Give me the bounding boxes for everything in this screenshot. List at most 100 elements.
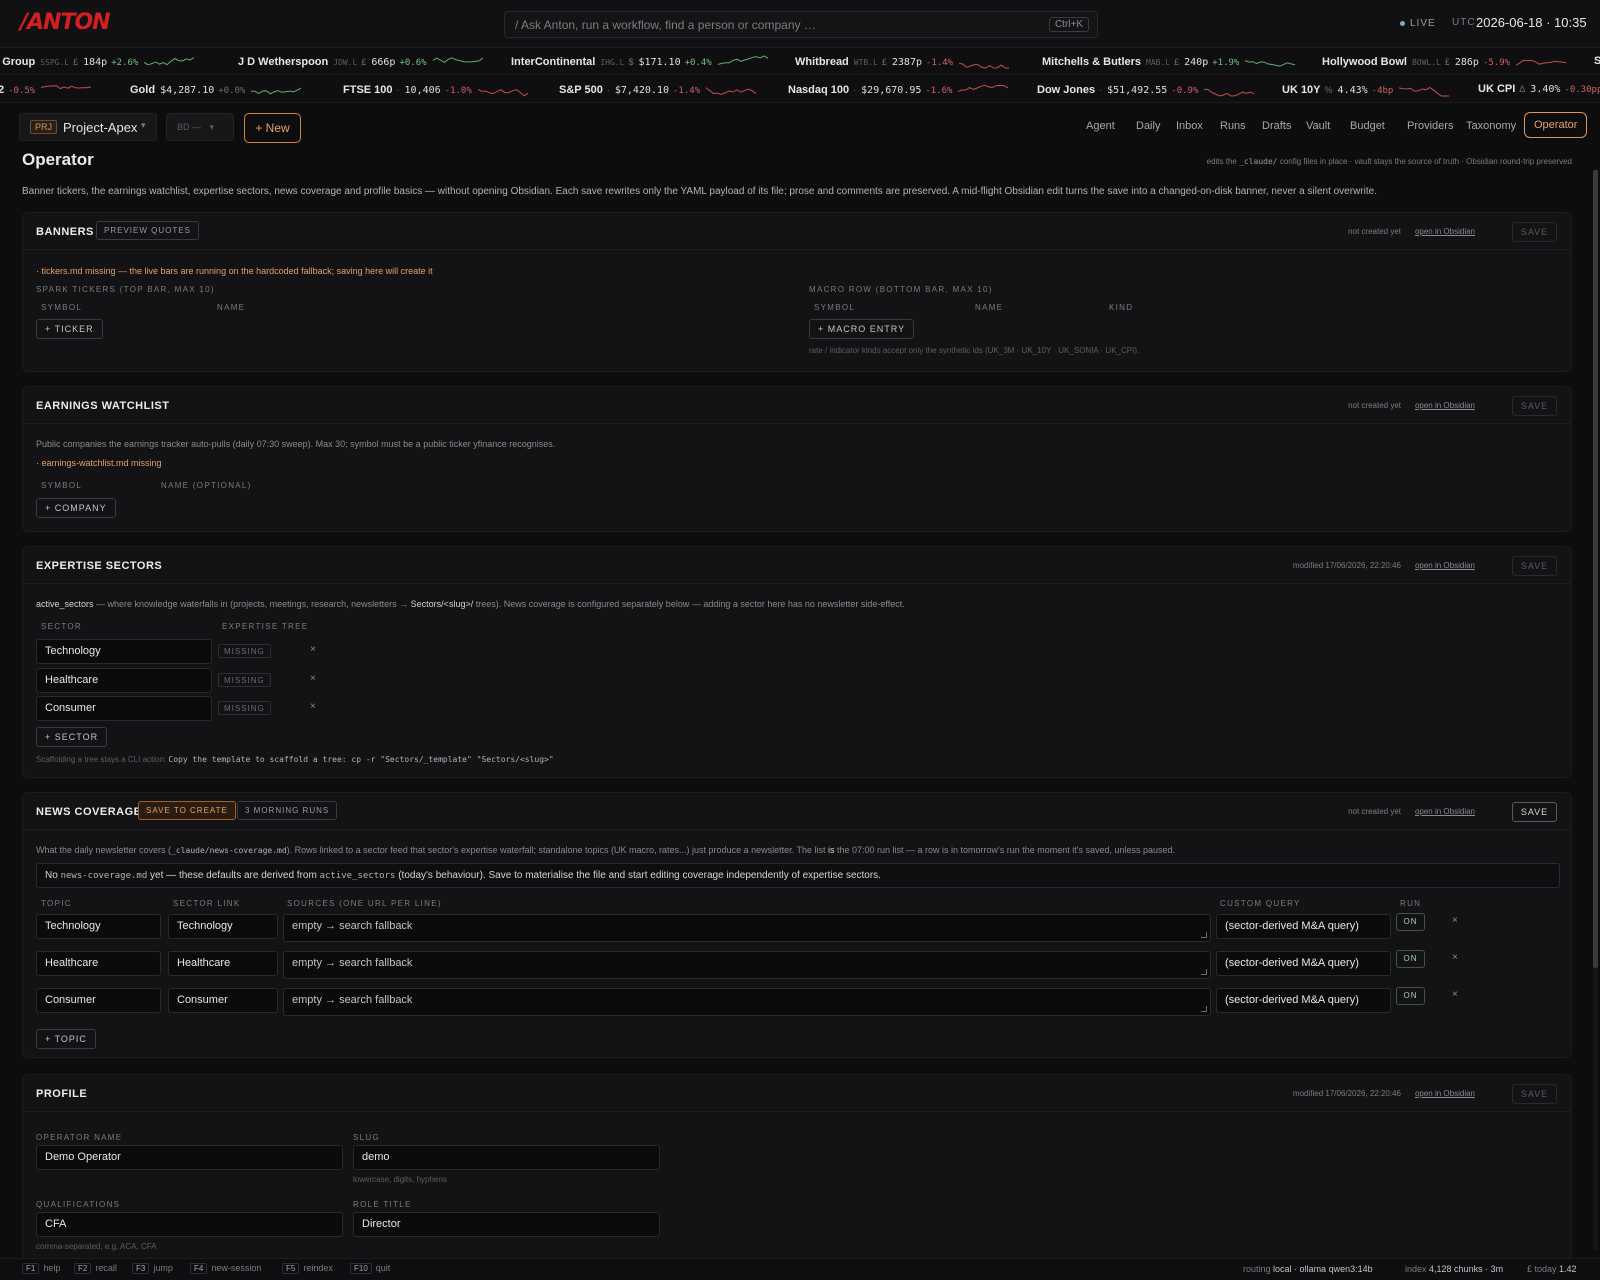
custom-query-field[interactable]: (sector-derived M&A query) xyxy=(1216,951,1391,976)
ticker-item[interactable]: S&P 500 · $7,420.10 -1.4% xyxy=(559,83,757,97)
shortcut-help[interactable]: F1 help xyxy=(22,1263,60,1274)
nav-tab-vault[interactable]: Vault xyxy=(1306,113,1330,139)
nav-tab-drafts[interactable]: Drafts xyxy=(1262,113,1291,139)
sources-field[interactable]: empty → search fallback xyxy=(283,914,1211,942)
nav-tab-budget[interactable]: Budget xyxy=(1350,113,1385,139)
save-button[interactable]: SAVE xyxy=(1512,1084,1557,1104)
nav-tab-operator[interactable]: Operator xyxy=(1524,112,1588,138)
shortcut-new-session[interactable]: F4 new-session xyxy=(190,1263,262,1274)
nav-tab-runs[interactable]: Runs xyxy=(1220,113,1246,139)
save-button[interactable]: SAVE xyxy=(1512,222,1557,242)
ticker-item[interactable]: Hollywood Bowl BOWL.L £286p -5.9% xyxy=(1322,55,1567,69)
ticker-item[interactable]: Mitchells & Butlers MAB.L £240p +1.9% xyxy=(1042,55,1296,69)
app-logo[interactable]: /ANTON xyxy=(20,10,111,35)
column-header: CUSTOM QUERY xyxy=(1220,899,1301,908)
save-button[interactable]: SAVE xyxy=(1512,396,1557,416)
ticker-item[interactable]: Gold $4,287.10 +0.0% xyxy=(130,83,302,97)
nav-tab-daily[interactable]: Daily xyxy=(1136,113,1160,139)
role-title-field[interactable]: Director xyxy=(353,1212,660,1237)
run-toggle[interactable]: ON xyxy=(1396,950,1425,968)
shortcut-recall[interactable]: F2 recall xyxy=(74,1263,117,1274)
remove-topic-icon[interactable]: × xyxy=(1452,952,1458,963)
ticker-symbol: MAB.L xyxy=(1146,57,1171,67)
bd-selector[interactable]: BD — ▾ xyxy=(166,113,234,141)
shortcut-quit[interactable]: F10 quit xyxy=(350,1263,390,1274)
ticker-change: -1.6% xyxy=(925,85,953,96)
project-selector[interactable]: PRJ Project-Apex ▾ xyxy=(19,113,157,141)
sector-field[interactable]: Consumer xyxy=(36,696,212,721)
nav-tab-providers[interactable]: Providers xyxy=(1407,113,1453,139)
topic-field[interactable]: Consumer xyxy=(36,988,161,1013)
sector-field[interactable]: Healthcare xyxy=(36,667,212,693)
chevron-down-icon: ▾ xyxy=(209,122,215,132)
new-button[interactable]: + New xyxy=(244,113,301,143)
topic-field[interactable]: Healthcare xyxy=(36,951,161,976)
add-ticker-button[interactable]: + TICKER xyxy=(36,319,103,339)
custom-query-field[interactable]: (sector-derived M&A query) xyxy=(1216,914,1391,939)
ticker-item[interactable]: Whitbread WTB.L £2387p -1.4% xyxy=(795,55,1010,69)
add-macro-entry-button[interactable]: + MACRO ENTRY xyxy=(809,319,915,339)
ticker-item[interactable]: Dow Jones · $51,492.55 -0.9% xyxy=(1037,83,1255,97)
open-in-obsidian-link[interactable]: open in Obsidian xyxy=(1415,807,1475,816)
add-company-button[interactable]: + COMPANY xyxy=(36,498,116,518)
sector-link-field[interactable]: Technology xyxy=(168,914,278,939)
macro-note: rate / indicator kinds accept only the s… xyxy=(809,346,1140,355)
open-in-obsidian-link[interactable]: open in Obsidian xyxy=(1415,561,1475,570)
sector-link-field[interactable]: Consumer xyxy=(168,988,278,1013)
ticker-item[interactable]: UK 10Y% 4.43% -4bp xyxy=(1282,83,1450,97)
run-toggle[interactable]: ON xyxy=(1396,913,1425,931)
remove-sector-icon[interactable]: × xyxy=(310,701,316,712)
command-search[interactable]: / Ask Anton, run a workflow, find a pers… xyxy=(504,11,1098,38)
sector-field[interactable]: Technology xyxy=(36,639,212,664)
ticker-item[interactable]: S xyxy=(1594,55,1600,67)
sources-field[interactable]: empty → search fallback xyxy=(283,988,1211,1016)
preview-quotes-button[interactable]: PREVIEW QUOTES xyxy=(96,221,199,240)
resize-handle-icon[interactable] xyxy=(1201,969,1207,975)
ticker-item[interactable]: Nasdaq 100 · $29,670.95 -1.6% xyxy=(788,83,1009,97)
ticker-item[interactable]: P Group SSPG.L£184p+2.6% xyxy=(0,55,195,69)
morning-runs-badge: 3 MORNING RUNS xyxy=(237,801,338,820)
add-sector-button[interactable]: + SECTOR xyxy=(36,727,108,747)
sector-link-field[interactable]: Healthcare xyxy=(168,951,278,976)
remove-topic-icon[interactable]: × xyxy=(1452,915,1458,926)
nav-tab-taxonomy[interactable]: Taxonomy xyxy=(1466,113,1516,139)
open-in-obsidian-link[interactable]: open in Obsidian xyxy=(1415,401,1475,410)
shortcut-reindex[interactable]: F5 reindex xyxy=(282,1263,333,1274)
ticker-item[interactable]: InterContinental IHG.L $ $171.10 +0.4% xyxy=(511,55,768,69)
card-title: EARNINGS WATCHLIST xyxy=(36,400,170,412)
save-button[interactable]: SAVE xyxy=(1512,802,1557,822)
add-topic-button[interactable]: + TOPIC xyxy=(36,1029,96,1049)
live-label: LIVE xyxy=(1410,18,1436,29)
key-action: recall xyxy=(95,1263,117,1273)
custom-query-field[interactable]: (sector-derived M&A query) xyxy=(1216,988,1391,1013)
card-title: EXPERTISE SECTORS xyxy=(36,560,163,572)
ticker-item[interactable]: FTSE 100 · 10,406 -1.0% xyxy=(343,83,529,97)
operator-name-field[interactable]: Demo Operator xyxy=(36,1145,343,1170)
card-title: BANNERS xyxy=(36,226,94,238)
save-button[interactable]: SAVE xyxy=(1512,556,1557,576)
ticker-price: $171.10 xyxy=(638,56,681,68)
resize-handle-icon[interactable] xyxy=(1201,932,1207,938)
ticker-item[interactable]: J D Wetherspoon JDW.L £666p +0.6% xyxy=(238,55,483,69)
run-toggle[interactable]: ON xyxy=(1396,987,1425,1005)
scrollbar-thumb[interactable] xyxy=(1593,170,1598,968)
nav-tab-agent[interactable]: Agent xyxy=(1086,113,1115,139)
ticker-item[interactable]: UK CPI Δ 3.40% -0.30pp xyxy=(1478,83,1600,95)
remove-sector-icon[interactable]: × xyxy=(310,673,316,684)
nav-tab-inbox[interactable]: Inbox xyxy=(1176,113,1203,139)
qualifications-field[interactable]: CFA xyxy=(36,1212,343,1237)
earnings-watchlist-card: EARNINGS WATCHLIST not created yet open … xyxy=(22,386,1572,532)
key-action: new-session xyxy=(211,1263,262,1273)
remove-topic-icon[interactable]: × xyxy=(1452,989,1458,1000)
ticker-unit: Δ xyxy=(1519,84,1526,94)
open-in-obsidian-link[interactable]: open in Obsidian xyxy=(1415,227,1475,236)
slug-field[interactable]: demo xyxy=(353,1145,660,1170)
topic-field[interactable]: Technology xyxy=(36,914,161,939)
resize-handle-icon[interactable] xyxy=(1201,1006,1207,1012)
sources-field[interactable]: empty → search fallback xyxy=(283,951,1211,979)
page-intro: Banner tickers, the earnings watchlist, … xyxy=(22,186,1377,197)
ticker-item[interactable]: 2 -0.5% xyxy=(0,83,92,97)
shortcut-jump[interactable]: F3 jump xyxy=(132,1263,173,1274)
open-in-obsidian-link[interactable]: open in Obsidian xyxy=(1415,1089,1475,1098)
remove-sector-icon[interactable]: × xyxy=(310,644,316,655)
